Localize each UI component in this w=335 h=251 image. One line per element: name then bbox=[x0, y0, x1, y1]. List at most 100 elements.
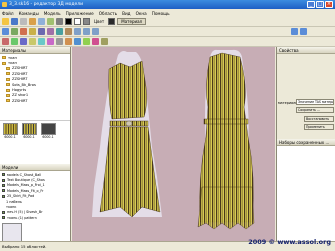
color-picker[interactable] bbox=[108, 18, 116, 25]
viewport-3d[interactable] bbox=[72, 47, 275, 241]
menu-application[interactable]: Приложение bbox=[66, 11, 94, 16]
menu-commands[interactable]: Команды bbox=[19, 11, 39, 16]
print-icon[interactable] bbox=[20, 18, 27, 25]
tool-b-icon[interactable] bbox=[11, 38, 18, 45]
folder-icon bbox=[6, 99, 10, 103]
open-icon[interactable] bbox=[2, 18, 9, 25]
folder-icon bbox=[6, 77, 10, 81]
save-button[interactable]: Сохранить ... bbox=[296, 107, 334, 113]
tools-toolbar bbox=[0, 37, 335, 47]
material-thumb[interactable]: 6000-1 bbox=[21, 123, 37, 162]
paste-icon[interactable] bbox=[47, 18, 54, 25]
menu-view[interactable]: Вид bbox=[122, 11, 131, 16]
minimize-button[interactable]: _ bbox=[307, 1, 315, 8]
rotate-icon[interactable] bbox=[2, 28, 9, 35]
checkbox[interactable] bbox=[2, 178, 5, 182]
move-icon[interactable] bbox=[11, 28, 18, 35]
fabric-swatch-image bbox=[2, 123, 18, 135]
model-render bbox=[92, 49, 255, 230]
materials-panel-title: Материалы bbox=[0, 47, 70, 54]
folder-icon bbox=[6, 66, 10, 70]
models-panel-title: Модели bbox=[0, 164, 70, 171]
close-button[interactable]: × bbox=[325, 1, 333, 8]
menu-bar: Файл Команды Модель Приложение Область В… bbox=[0, 9, 335, 17]
cut-icon[interactable] bbox=[29, 18, 36, 25]
back-view-icon[interactable] bbox=[92, 28, 99, 35]
apply-button[interactable]: Применить bbox=[304, 124, 334, 130]
menu-area[interactable]: Область bbox=[99, 11, 117, 16]
folder-icon bbox=[6, 93, 10, 97]
checkbox[interactable] bbox=[2, 183, 5, 187]
material-copy-field[interactable]: Значение TAS материала bbox=[296, 99, 334, 105]
mesh-icon[interactable] bbox=[56, 28, 63, 35]
fabric-swatch-image bbox=[40, 123, 56, 135]
garment-belt-back bbox=[203, 118, 249, 125]
app-window: 3_3.sk16 - редактор 3Д модели _ □ × Файл… bbox=[0, 0, 335, 251]
copy-icon[interactable] bbox=[38, 18, 45, 25]
tool-i-icon[interactable] bbox=[74, 38, 81, 45]
watermark: 2009 © www.assol.org bbox=[248, 238, 331, 246]
materials-tree: ткан ткан ZZSHIRT ZZSHIRT ZZSHIRT Sots_B… bbox=[0, 54, 70, 120]
restore-button[interactable]: Восстановить bbox=[304, 116, 334, 122]
color-label: Цвет bbox=[94, 19, 105, 24]
tool-k-icon[interactable] bbox=[92, 38, 99, 45]
window-buttons: _ □ × bbox=[307, 1, 333, 8]
tree-item[interactable]: ZZSHIRT bbox=[2, 98, 68, 103]
main-toolbar: Цвет Материал bbox=[0, 17, 335, 27]
undo-icon[interactable] bbox=[291, 28, 298, 35]
gray-swatch[interactable] bbox=[83, 18, 90, 25]
checkbox[interactable] bbox=[2, 216, 5, 220]
tool-g-icon[interactable] bbox=[56, 38, 63, 45]
properties-panel-title: Свойства bbox=[277, 47, 335, 54]
save-icon[interactable] bbox=[11, 18, 18, 25]
folder-icon bbox=[6, 72, 10, 76]
menu-file[interactable]: Файл bbox=[2, 11, 14, 16]
app-icon bbox=[2, 2, 7, 7]
buckle-icon bbox=[125, 120, 133, 127]
left-panel: Материалы ткан ткан ZZSHIRT ZZSHIRT ZZSH… bbox=[0, 47, 71, 245]
white-swatch[interactable] bbox=[74, 18, 81, 25]
light-icon[interactable] bbox=[29, 28, 36, 35]
sets-panel-title: Наборы сохраненных ... bbox=[277, 139, 335, 146]
checkbox[interactable] bbox=[2, 189, 5, 193]
tool-f-icon[interactable] bbox=[47, 38, 54, 45]
tool-c-icon[interactable] bbox=[20, 38, 27, 45]
camera-icon[interactable] bbox=[38, 28, 45, 35]
side-view-icon[interactable] bbox=[83, 28, 90, 35]
folder-icon bbox=[6, 88, 10, 92]
title-bar: 3_3.sk16 - редактор 3Д модели _ □ × bbox=[0, 0, 335, 9]
material-button[interactable]: Материал bbox=[117, 18, 147, 25]
tool-h-icon[interactable] bbox=[65, 38, 72, 45]
window-title: 3_3.sk16 - редактор 3Д модели bbox=[9, 2, 84, 7]
garment-top-front bbox=[108, 60, 147, 120]
view-toolbar bbox=[0, 27, 335, 37]
tool-a-icon[interactable] bbox=[2, 38, 9, 45]
properties-box: материалы: Значение TAS материала Сохран… bbox=[277, 54, 335, 139]
texture-icon[interactable] bbox=[65, 28, 72, 35]
menu-windows[interactable]: Окна bbox=[136, 11, 147, 16]
material-thumb[interactable]: 6000-1 bbox=[2, 123, 18, 162]
tool-j-icon[interactable] bbox=[83, 38, 90, 45]
saved-sets-list[interactable] bbox=[277, 146, 335, 246]
tool-l-icon[interactable] bbox=[101, 38, 108, 45]
maximize-button[interactable]: □ bbox=[316, 1, 324, 8]
fabric-swatch-image bbox=[21, 123, 37, 135]
checkbox[interactable] bbox=[2, 210, 5, 214]
select-icon[interactable] bbox=[47, 28, 54, 35]
tool-e-icon[interactable] bbox=[38, 38, 45, 45]
menu-help[interactable]: Помощь bbox=[152, 11, 170, 16]
checkbox[interactable] bbox=[2, 194, 5, 198]
black-swatch[interactable] bbox=[65, 18, 72, 25]
material-thumb[interactable]: 6000-1 bbox=[40, 123, 56, 162]
zoom-icon[interactable] bbox=[20, 28, 27, 35]
menu-model[interactable]: Модель bbox=[44, 11, 61, 16]
redo-icon[interactable] bbox=[300, 28, 307, 35]
garment-hem bbox=[197, 186, 255, 230]
grid-icon[interactable] bbox=[56, 18, 63, 25]
checkbox[interactable] bbox=[2, 173, 5, 177]
tool-d-icon[interactable] bbox=[29, 38, 36, 45]
list-item[interactable]: ткань (1) pattern bbox=[2, 215, 68, 220]
folder-icon bbox=[2, 56, 6, 60]
front-view-icon[interactable] bbox=[74, 28, 81, 35]
folder-icon bbox=[6, 83, 10, 87]
